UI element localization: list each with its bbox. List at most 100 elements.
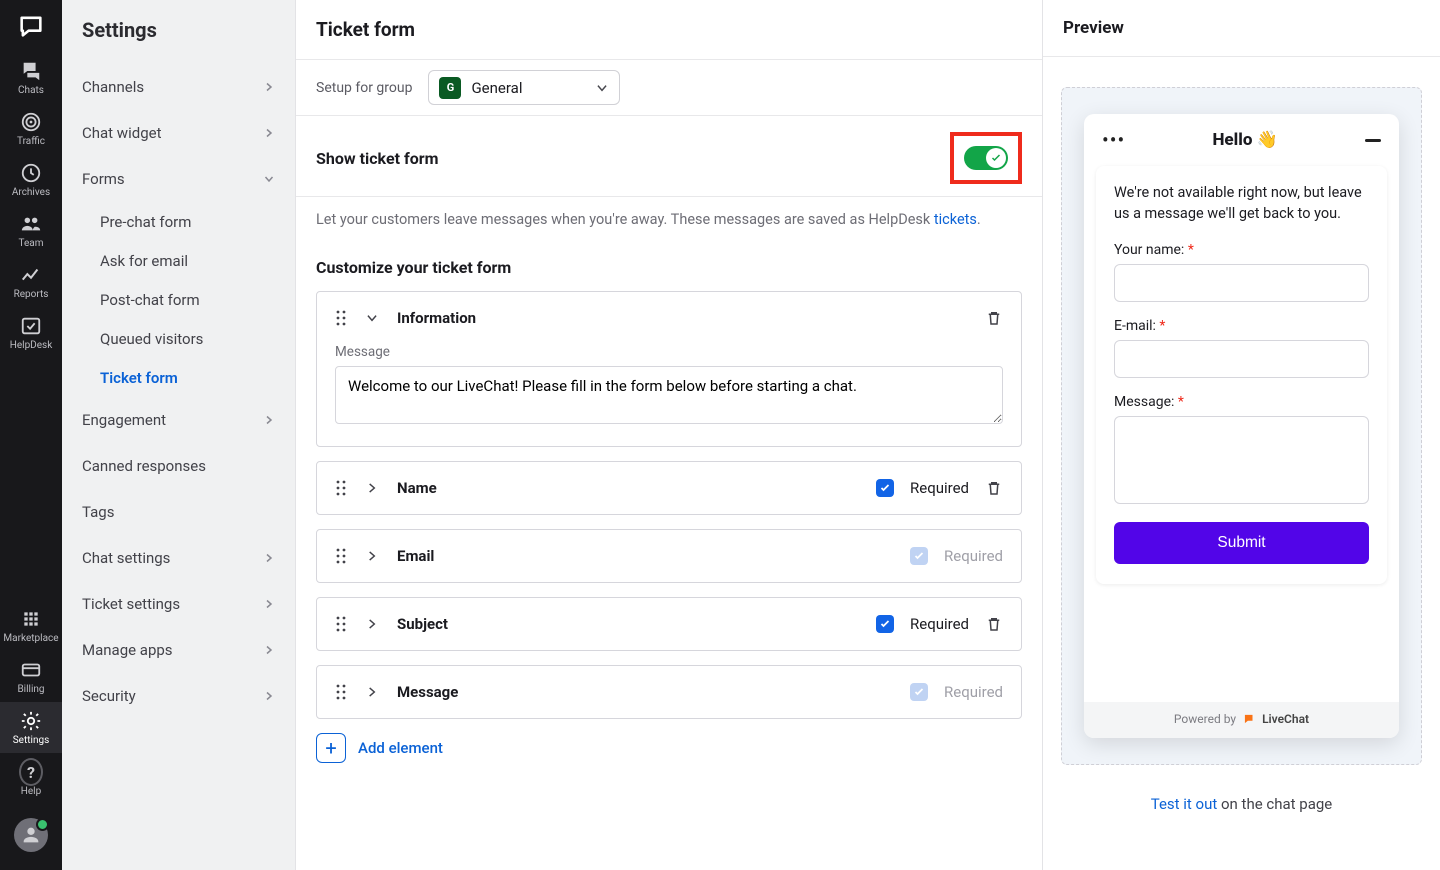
sidebar-label: Chat settings — [82, 549, 170, 567]
sidebar-item-ticket-settings[interactable]: Ticket settings — [62, 581, 295, 627]
chevron-right-icon — [263, 127, 275, 139]
sidebar-sub-ticket-form[interactable]: Ticket form — [100, 358, 295, 397]
minimize-icon[interactable] — [1365, 139, 1381, 142]
chat-widget-preview: ••• Hello 👋 We're not available right no… — [1084, 114, 1399, 738]
nav-traffic[interactable]: Traffic — [0, 103, 62, 154]
nav-billing[interactable]: Billing — [0, 651, 62, 702]
chevron-right-icon — [263, 552, 275, 564]
chevron-right-icon — [263, 414, 275, 426]
name-field-label: Your name: * — [1114, 242, 1369, 258]
sidebar-label: Forms — [82, 170, 125, 188]
drag-handle-icon[interactable] — [335, 548, 347, 564]
group-badge: G — [439, 77, 461, 99]
app-logo[interactable] — [13, 8, 49, 44]
nav-settings[interactable]: Settings — [0, 702, 62, 753]
sidebar-label: Tags — [82, 503, 114, 521]
nav-settings-label: Settings — [13, 735, 50, 746]
sidebar-item-chat-settings[interactable]: Chat settings — [62, 535, 295, 581]
required-checkbox[interactable] — [876, 615, 894, 633]
message-textarea[interactable] — [1114, 416, 1369, 504]
required-checkbox[interactable] — [876, 479, 894, 497]
email-field-label: E-mail: * — [1114, 318, 1369, 334]
show-ticket-form-row: Show ticket form — [296, 116, 1042, 197]
nav-billing-label: Billing — [17, 684, 44, 695]
drag-handle-icon[interactable] — [335, 616, 347, 632]
nav-helpdesk[interactable]: HelpDesk — [0, 307, 62, 358]
delete-icon[interactable] — [985, 479, 1003, 497]
nav-team-label: Team — [19, 238, 44, 249]
highlight-box — [950, 132, 1022, 184]
chat-icon — [19, 59, 43, 83]
required-label: Required — [910, 479, 969, 497]
sidebar-sub-queued[interactable]: Queued visitors — [100, 319, 295, 358]
field-block-name: Name Required — [316, 461, 1022, 515]
expand-icon[interactable] — [365, 481, 379, 495]
sidebar-item-forms[interactable]: Forms — [62, 156, 295, 202]
nav-traffic-label: Traffic — [17, 136, 45, 147]
sidebar-item-security[interactable]: Security — [62, 673, 295, 719]
sidebar-item-chat-widget[interactable]: Chat widget — [62, 110, 295, 156]
group-name: General — [471, 79, 522, 97]
chart-icon — [19, 263, 43, 287]
submit-button[interactable]: Submit — [1114, 522, 1369, 564]
app-icon-sidebar: Chats Traffic Archives Team Reports Help… — [0, 0, 62, 870]
card-icon — [19, 658, 43, 682]
test-it-out-link[interactable]: Test it out — [1151, 795, 1218, 813]
nav-help[interactable]: ? Help — [0, 753, 62, 804]
field-title: Name — [397, 479, 437, 497]
drag-handle-icon[interactable] — [335, 684, 347, 700]
show-ticket-form-label: Show ticket form — [316, 149, 438, 168]
collapse-icon[interactable] — [365, 311, 379, 325]
nav-chats[interactable]: Chats — [0, 52, 62, 103]
add-element-label[interactable]: Add element — [358, 739, 443, 757]
nav-archives[interactable]: Archives — [0, 154, 62, 205]
sidebar-sub-ask-email[interactable]: Ask for email — [100, 241, 295, 280]
help-icon: ? — [19, 760, 43, 784]
sidebar-item-manage-apps[interactable]: Manage apps — [62, 627, 295, 673]
sidebar-sub-pre-chat[interactable]: Pre-chat form — [100, 202, 295, 241]
drag-handle-icon[interactable] — [335, 310, 347, 326]
add-element-button[interactable]: + — [316, 733, 346, 763]
sidebar-item-tags[interactable]: Tags — [62, 489, 295, 535]
expand-icon[interactable] — [365, 549, 379, 563]
chevron-down-icon — [595, 81, 609, 95]
group-selector-row: Setup for group G General — [296, 60, 1042, 116]
welcome-message-input[interactable] — [335, 366, 1003, 424]
sidebar-item-canned[interactable]: Canned responses — [62, 443, 295, 489]
preview-title: Preview — [1043, 0, 1440, 57]
grid-icon — [19, 607, 43, 631]
group-select[interactable]: G General — [428, 70, 620, 105]
nav-helpdesk-label: HelpDesk — [10, 340, 53, 351]
page-title: Ticket form — [296, 0, 1042, 59]
away-message: We're not available right now, but leave… — [1114, 182, 1369, 224]
checkbox-icon — [19, 314, 43, 338]
drag-handle-icon[interactable] — [335, 480, 347, 496]
user-avatar[interactable] — [14, 818, 48, 852]
settings-title: Settings — [62, 0, 295, 64]
nav-reports[interactable]: Reports — [0, 256, 62, 307]
expand-icon[interactable] — [365, 617, 379, 631]
livechat-logo-icon — [1242, 712, 1256, 726]
delete-icon[interactable] — [985, 309, 1003, 327]
email-input[interactable] — [1114, 340, 1369, 378]
clock-icon — [19, 161, 43, 185]
required-label: Required — [944, 547, 1003, 565]
nav-marketplace[interactable]: Marketplace — [0, 600, 62, 651]
sidebar-label: Chat widget — [82, 124, 161, 142]
name-input[interactable] — [1114, 264, 1369, 302]
chevron-right-icon — [263, 644, 275, 656]
sidebar-item-engagement[interactable]: Engagement — [62, 397, 295, 443]
main-content: Ticket form Setup for group G General Sh… — [296, 0, 1043, 870]
sidebar-label: Channels — [82, 78, 144, 96]
nav-team[interactable]: Team — [0, 205, 62, 256]
settings-sidebar: Settings Channels Chat widget Forms Pre-… — [62, 0, 296, 870]
message-field-label: Message: * — [1114, 394, 1369, 410]
chevron-right-icon — [263, 690, 275, 702]
expand-icon[interactable] — [365, 685, 379, 699]
tickets-link[interactable]: tickets — [934, 211, 977, 228]
delete-icon[interactable] — [985, 615, 1003, 633]
show-ticket-form-toggle[interactable] — [964, 146, 1008, 170]
required-label: Required — [910, 615, 969, 633]
sidebar-sub-post-chat[interactable]: Post-chat form — [100, 280, 295, 319]
sidebar-item-channels[interactable]: Channels — [62, 64, 295, 110]
